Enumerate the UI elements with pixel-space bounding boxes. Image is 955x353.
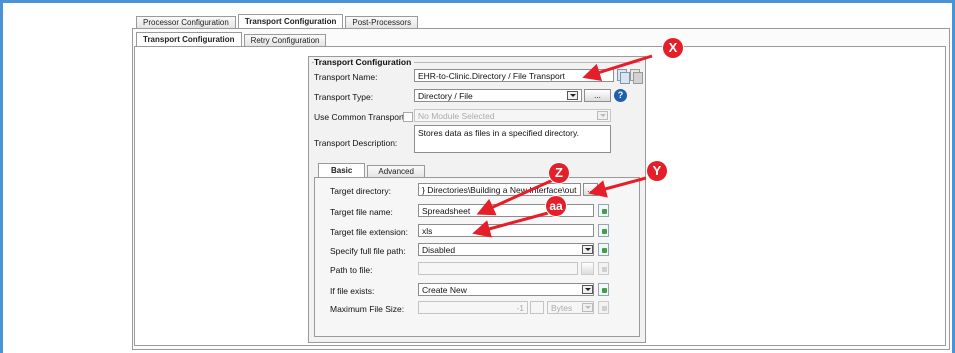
arrow-x — [582, 54, 653, 82]
callout-x: X — [663, 38, 683, 58]
callout-y: Y — [647, 161, 667, 181]
arrow-z — [476, 178, 554, 216]
arrow-aa — [472, 211, 549, 238]
arrow-y — [588, 176, 647, 198]
callout-aa: aa — [546, 196, 566, 216]
callout-arrows — [472, 54, 653, 238]
callout-z: Z — [549, 163, 569, 183]
